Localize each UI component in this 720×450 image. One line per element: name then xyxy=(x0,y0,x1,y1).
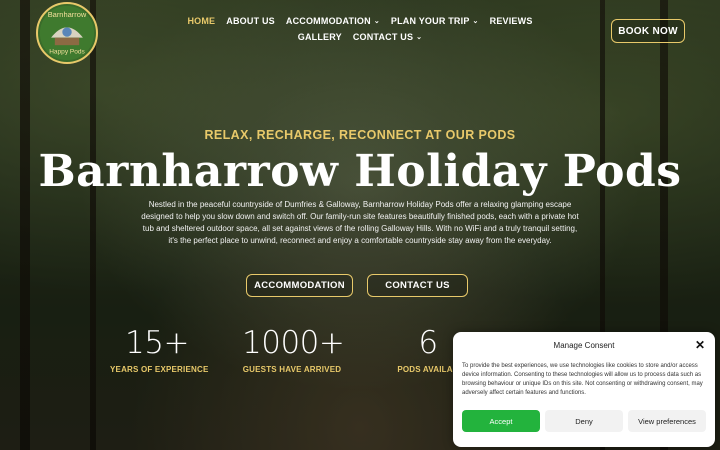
stat-number: 1000+ xyxy=(242,325,345,361)
nav-contact-us[interactable]: CONTACT US ⌄ xyxy=(353,32,422,42)
chevron-down-icon: ⌄ xyxy=(472,18,479,25)
logo-text-top: Barnharrow xyxy=(48,10,87,19)
nav-home[interactable]: HOME xyxy=(187,16,215,26)
main-nav: HOME ABOUT US ACCOMMODATION ⌄ PLAN YOUR T… xyxy=(170,16,550,42)
nav-label: HOME xyxy=(187,16,216,26)
consent-text: To provide the best experiences, we use … xyxy=(462,363,703,396)
consent-title: Manage Consent xyxy=(553,341,615,350)
nav-reviews[interactable]: REVIEWS xyxy=(490,16,533,26)
book-now-button[interactable]: BOOK NOW xyxy=(611,19,685,43)
stat-label: YEARS OF EXPERIENCE xyxy=(110,365,209,374)
stat-years: 15+ YEARS OF EXPERIENCE xyxy=(110,325,209,374)
nav-accommodation[interactable]: ACCOMMODATION ⌄ xyxy=(286,16,380,26)
nav-about-us[interactable]: ABOUT US xyxy=(226,16,275,26)
nav-label: CONTACT US xyxy=(352,32,414,42)
nav-plan-your-trip[interactable]: PLAN YOUR TRIP ⌄ xyxy=(391,16,479,26)
hero-title: Barnharrow Holiday Pods xyxy=(38,146,682,197)
nav-label: ABOUT US xyxy=(226,16,275,26)
logo-icon: Barnharrow Happy Pods xyxy=(39,5,95,61)
deny-button[interactable]: Deny xyxy=(545,410,623,432)
accommodation-button[interactable]: ACCOMMODATION xyxy=(246,274,353,297)
stat-guests: 1000+ GUESTS HAVE ARRIVED xyxy=(242,325,345,374)
logo-text-bottom: Happy Pods xyxy=(49,49,85,56)
chevron-down-icon: ⌄ xyxy=(373,18,380,25)
nav-label: GALLERY xyxy=(297,32,342,42)
hero-description: Nestled in the peaceful countryside of D… xyxy=(141,200,579,245)
close-icon[interactable]: ✕ xyxy=(695,338,705,352)
accept-button[interactable]: Accept xyxy=(462,410,540,432)
stat-number: 15+ xyxy=(125,325,189,361)
contact-us-button[interactable]: CONTACT US xyxy=(367,274,468,297)
nav-gallery[interactable]: GALLERY xyxy=(298,32,342,42)
view-preferences-button[interactable]: View preferences xyxy=(628,410,706,432)
nav-label: ACCOMMODATION xyxy=(285,16,371,26)
stat-label: GUESTS HAVE ARRIVED xyxy=(242,365,342,374)
hero-tagline: RELAX, RECHARGE, RECONNECT AT OUR PODS xyxy=(204,128,516,142)
nav-label: REVIEWS xyxy=(489,16,533,26)
chevron-down-icon: ⌄ xyxy=(416,34,423,41)
site-logo[interactable]: Barnharrow Happy Pods xyxy=(36,2,98,64)
nav-label: PLAN YOUR TRIP xyxy=(390,16,470,26)
